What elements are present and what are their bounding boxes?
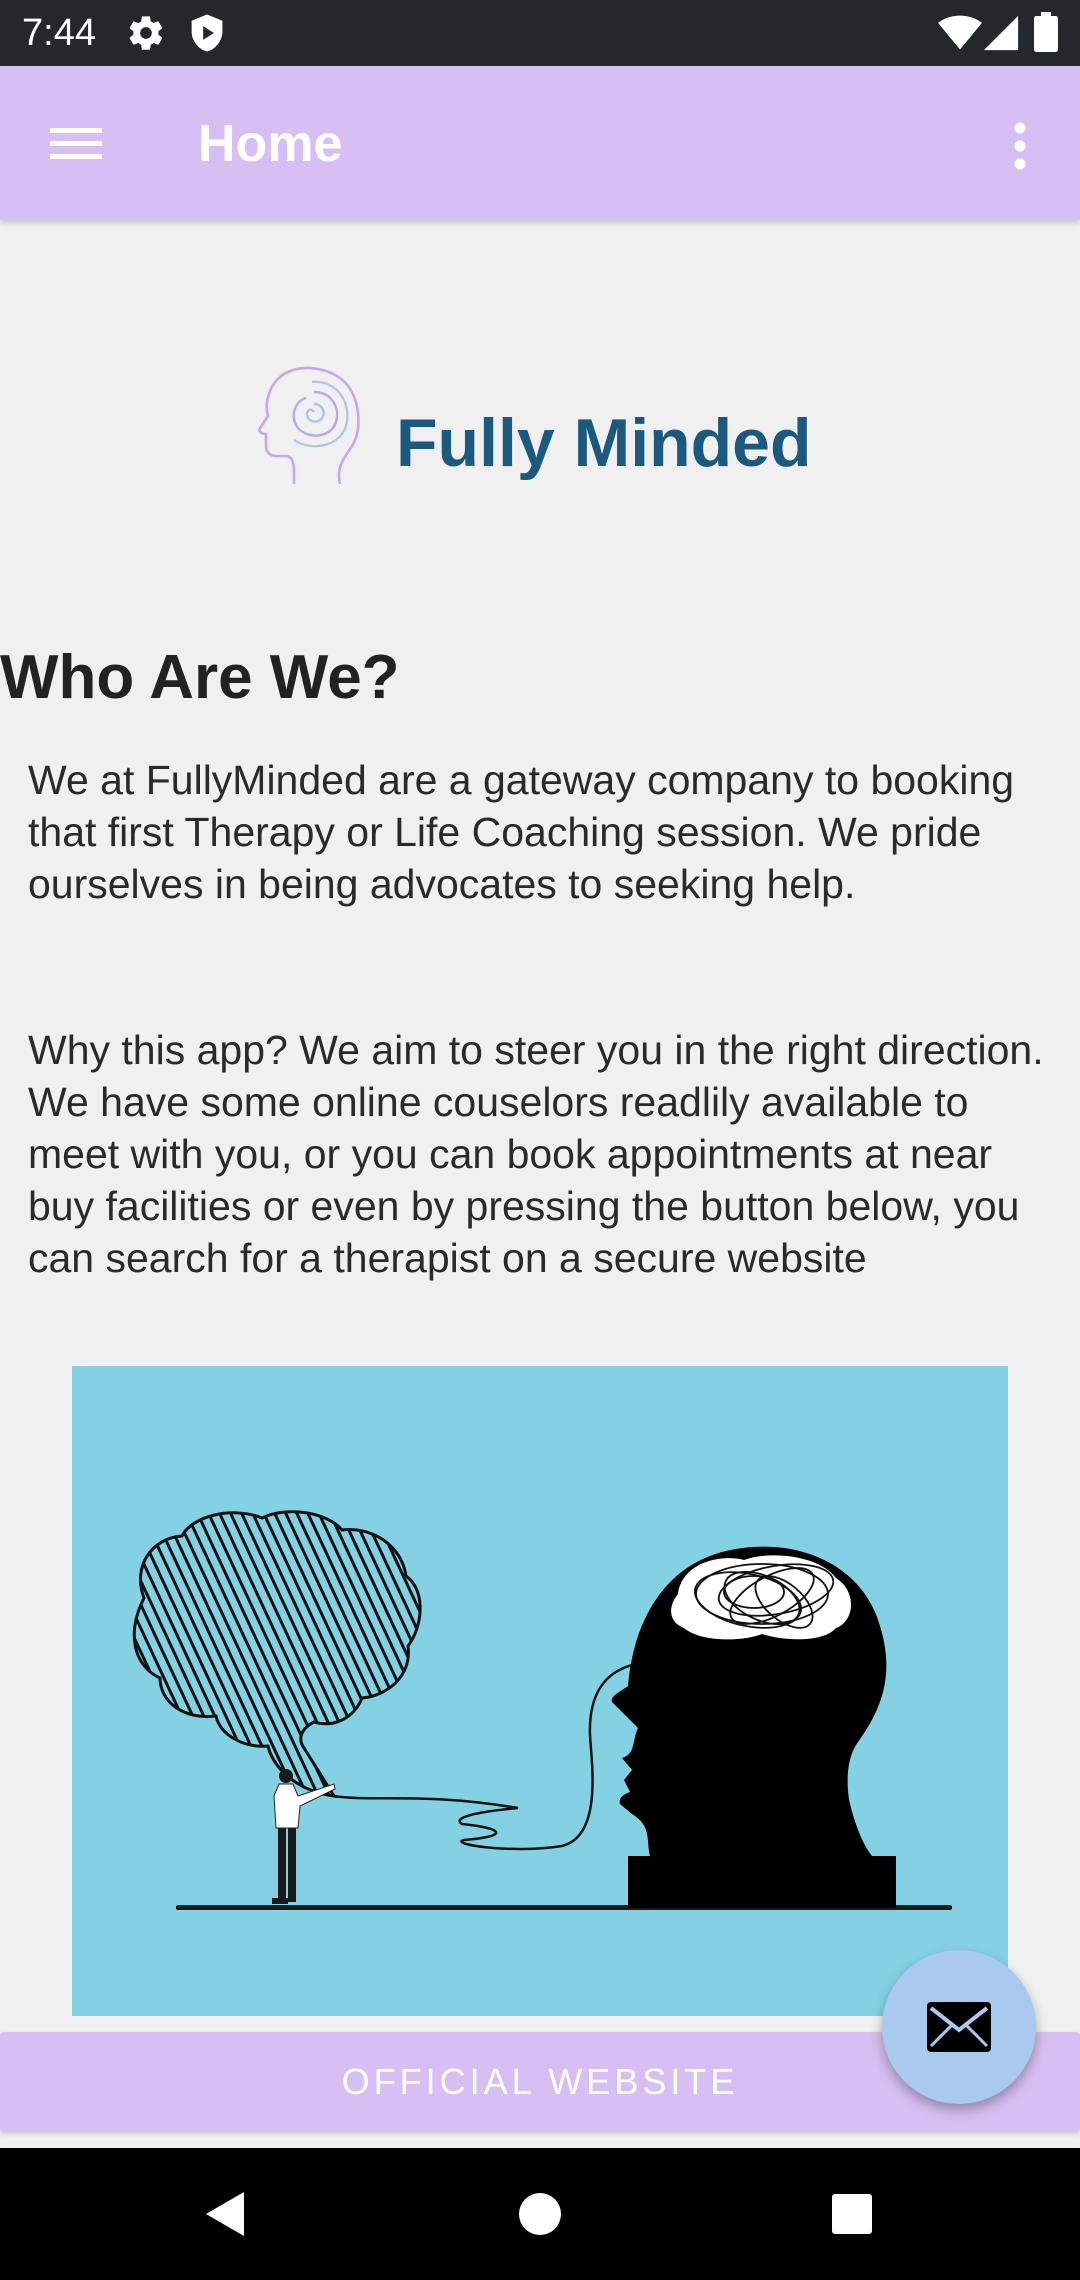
- battery-icon: [1034, 12, 1058, 56]
- recents-icon[interactable]: [826, 2188, 878, 2240]
- head-spiral-logo-icon: [252, 362, 364, 488]
- section-heading: Who Are We?: [0, 643, 400, 712]
- mail-icon: [927, 2002, 991, 2052]
- wifi-icon: [938, 13, 982, 57]
- app-purpose-paragraph: Why this app? We aim to steer you in the…: [28, 1027, 1044, 1281]
- app-bar: Home: [0, 66, 1080, 220]
- more-vert-icon[interactable]: [1004, 116, 1036, 176]
- shield-icon: [188, 13, 226, 57]
- person-drawing-brain-and-head-illustration: [72, 1366, 1008, 2016]
- navigation-bar: [0, 2148, 1080, 2280]
- settings-icon: [126, 13, 166, 57]
- email-fab-button[interactable]: [882, 1950, 1036, 2104]
- status-bar: 7:44: [0, 0, 1080, 66]
- status-time: 7:44: [22, 12, 96, 54]
- back-icon[interactable]: [200, 2188, 252, 2240]
- brand-logo-text: Fully Minded: [396, 405, 812, 481]
- home-icon[interactable]: [514, 2188, 566, 2240]
- hamburger-menu-icon[interactable]: [44, 118, 108, 168]
- signal-icon: [982, 13, 1020, 57]
- about-paragraph: We at FullyMinded are a gateway company …: [28, 757, 1015, 907]
- page-title: Home: [198, 115, 343, 173]
